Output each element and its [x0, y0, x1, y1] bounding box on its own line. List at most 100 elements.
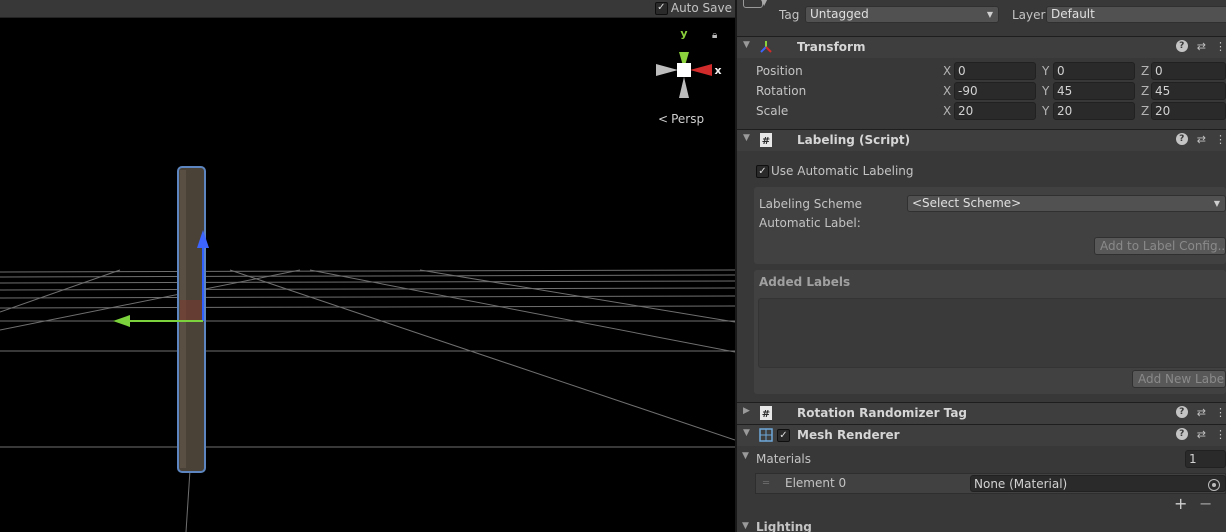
use-auto-labeling-checkbox[interactable]: ✓: [756, 165, 769, 178]
materials-label: Materials: [756, 452, 812, 466]
gameobject-icon[interactable]: [743, 0, 763, 8]
gizmo-y-label: y: [680, 27, 687, 40]
mesh-renderer-header[interactable]: ▼ ✓ Mesh Renderer ? ⇄ ⋮: [737, 424, 1226, 446]
help-icon[interactable]: ?: [1175, 40, 1188, 52]
tag-dropdown[interactable]: Untagged ▼: [805, 6, 999, 23]
layer-label: Layer: [1012, 8, 1046, 22]
preset-icon[interactable]: ⇄: [1197, 428, 1206, 441]
preset-icon[interactable]: ⇄: [1197, 406, 1206, 419]
gizmo-x-cone: [690, 64, 712, 76]
autosave-checkbox[interactable]: ✓: [654, 1, 668, 15]
scene-view[interactable]: y x ✓ Auto Save 🔒︎ < Persp: [0, 0, 735, 532]
component-tools: ? ⇄ ⋮: [1175, 406, 1226, 419]
inspector-panel: ▼ Tag Untagged ▼ Layer Default ▼ Transfo…: [737, 0, 1226, 532]
script-icon: #: [760, 133, 772, 147]
labeling-scheme-dropdown[interactable]: <Select Scheme> ▼: [907, 195, 1226, 212]
foldout-arrow-icon[interactable]: ▼: [742, 521, 749, 531]
position-label: Position: [756, 64, 803, 78]
x-arrow-icon: [113, 315, 130, 327]
preset-icon[interactable]: ⇄: [1197, 40, 1206, 53]
more-menu-icon[interactable]: ⋮: [1215, 428, 1226, 441]
chevron-down-icon[interactable]: ▼: [761, 0, 767, 7]
lighting-label: Lighting: [756, 520, 812, 532]
foldout-arrow-icon[interactable]: ▶: [743, 406, 750, 416]
scale-y-field[interactable]: 20: [1053, 102, 1135, 120]
position-z-field[interactable]: 0: [1151, 62, 1226, 80]
mesh-renderer-enabled-checkbox[interactable]: ✓: [777, 429, 790, 442]
material-object-field[interactable]: None (Material): [970, 475, 1226, 492]
labeling-scheme-label: Labeling Scheme: [759, 197, 863, 211]
axis-z-label: Z: [1141, 64, 1150, 78]
position-y-field[interactable]: 0: [1053, 62, 1135, 80]
foldout-arrow-icon[interactable]: ▼: [743, 40, 750, 50]
axis-z-label: Z: [1141, 84, 1150, 98]
grid-line: [185, 469, 191, 532]
autosave-label: Auto Save: [670, 1, 732, 15]
rotation-label: Rotation: [756, 84, 807, 98]
layer-dropdown[interactable]: Default: [1046, 6, 1226, 23]
material-element-row[interactable]: ═ Element 0 None (Material): [755, 473, 1226, 494]
use-auto-labeling-label: Use Automatic Labeling: [771, 164, 914, 178]
transform-title: Transform: [797, 40, 866, 54]
added-labels-list[interactable]: [758, 298, 1226, 368]
materials-count-field[interactable]: 1: [1185, 450, 1226, 468]
foldout-arrow-icon[interactable]: ▼: [743, 428, 750, 438]
help-icon[interactable]: ?: [1175, 133, 1188, 145]
scale-z-field[interactable]: 20: [1151, 102, 1226, 120]
element-label: Element 0: [785, 476, 847, 490]
foldout-arrow-icon[interactable]: ▼: [743, 133, 750, 143]
transform-header[interactable]: ▼ Transform ? ⇄ ⋮: [737, 36, 1226, 58]
tag-layer-row: ▼ Tag Untagged ▼ Layer Default: [737, 0, 1226, 36]
add-to-label-config-button[interactable]: Add to Label Config...: [1094, 237, 1226, 255]
svg-text:#: #: [762, 136, 770, 147]
axis-z-label: Z: [1141, 104, 1150, 118]
mesh-renderer-title: Mesh Renderer: [797, 428, 900, 442]
grid-line: [0, 295, 735, 299]
tag-value: Untagged: [810, 7, 869, 21]
gizmo-negy-cone: [679, 77, 689, 98]
projection-toggle[interactable]: < Persp: [658, 112, 704, 126]
autosave-toggle[interactable]: ✓ Auto Save: [654, 0, 732, 16]
help-icon[interactable]: ?: [1175, 428, 1188, 440]
labeling-header[interactable]: ▼ # Labeling (Script) ? ⇄ ⋮: [737, 129, 1226, 151]
automatic-label-label: Automatic Label:: [759, 216, 861, 230]
rotation-y-field[interactable]: 45: [1053, 82, 1135, 100]
more-menu-icon[interactable]: ⋮: [1215, 406, 1226, 419]
script-icon: #: [760, 406, 772, 420]
add-new-label-button[interactable]: Add New Label: [1132, 370, 1226, 388]
component-tools: ? ⇄ ⋮: [1175, 133, 1226, 146]
rotation-z-field[interactable]: 45: [1151, 82, 1226, 100]
help-icon[interactable]: ?: [1175, 406, 1188, 418]
chevron-down-icon: ▼: [986, 10, 993, 19]
component-tools: ? ⇄ ⋮: [1175, 40, 1226, 53]
foldout-arrow-icon[interactable]: ▼: [742, 451, 749, 461]
add-element-icon[interactable]: +: [1174, 494, 1187, 513]
remove-element-icon[interactable]: −: [1199, 494, 1212, 513]
more-menu-icon[interactable]: ⋮: [1215, 133, 1226, 146]
axis-x-label: X: [943, 104, 952, 118]
scene-canvas[interactable]: y x: [0, 0, 735, 532]
grid-line: [0, 287, 735, 291]
rotation-randomizer-title: Rotation Randomizer Tag: [797, 406, 968, 420]
grid-line: [0, 269, 735, 273]
scale-label: Scale: [756, 104, 789, 118]
scale-x-field[interactable]: 20: [954, 102, 1036, 120]
labeling-scheme-value: <Select Scheme>: [912, 196, 1022, 210]
persp-label: Persp: [671, 112, 705, 126]
labeling-scheme-box: Labeling Scheme <Select Scheme> ▼ Automa…: [754, 187, 1226, 264]
object-highlight: [180, 300, 202, 322]
axis-y-label: Y: [1042, 104, 1050, 118]
position-x-field[interactable]: 0: [954, 62, 1036, 80]
preset-icon[interactable]: ⇄: [1197, 133, 1206, 146]
axis-x-label: X: [943, 64, 952, 78]
perspective-icon: <: [658, 112, 669, 126]
drag-handle-icon[interactable]: ═: [763, 478, 769, 489]
more-menu-icon[interactable]: ⋮: [1215, 40, 1226, 53]
object-picker-icon[interactable]: [1208, 479, 1220, 491]
chevron-down-icon: ▼: [1213, 199, 1220, 208]
rotation-x-field[interactable]: -90: [954, 82, 1036, 100]
rotation-randomizer-header[interactable]: ▶ # Rotation Randomizer Tag ? ⇄ ⋮: [737, 402, 1226, 424]
component-tools: ? ⇄ ⋮: [1175, 428, 1226, 441]
axis-y-label: Y: [1042, 84, 1050, 98]
lock-icon[interactable]: 🔒︎: [712, 30, 717, 41]
